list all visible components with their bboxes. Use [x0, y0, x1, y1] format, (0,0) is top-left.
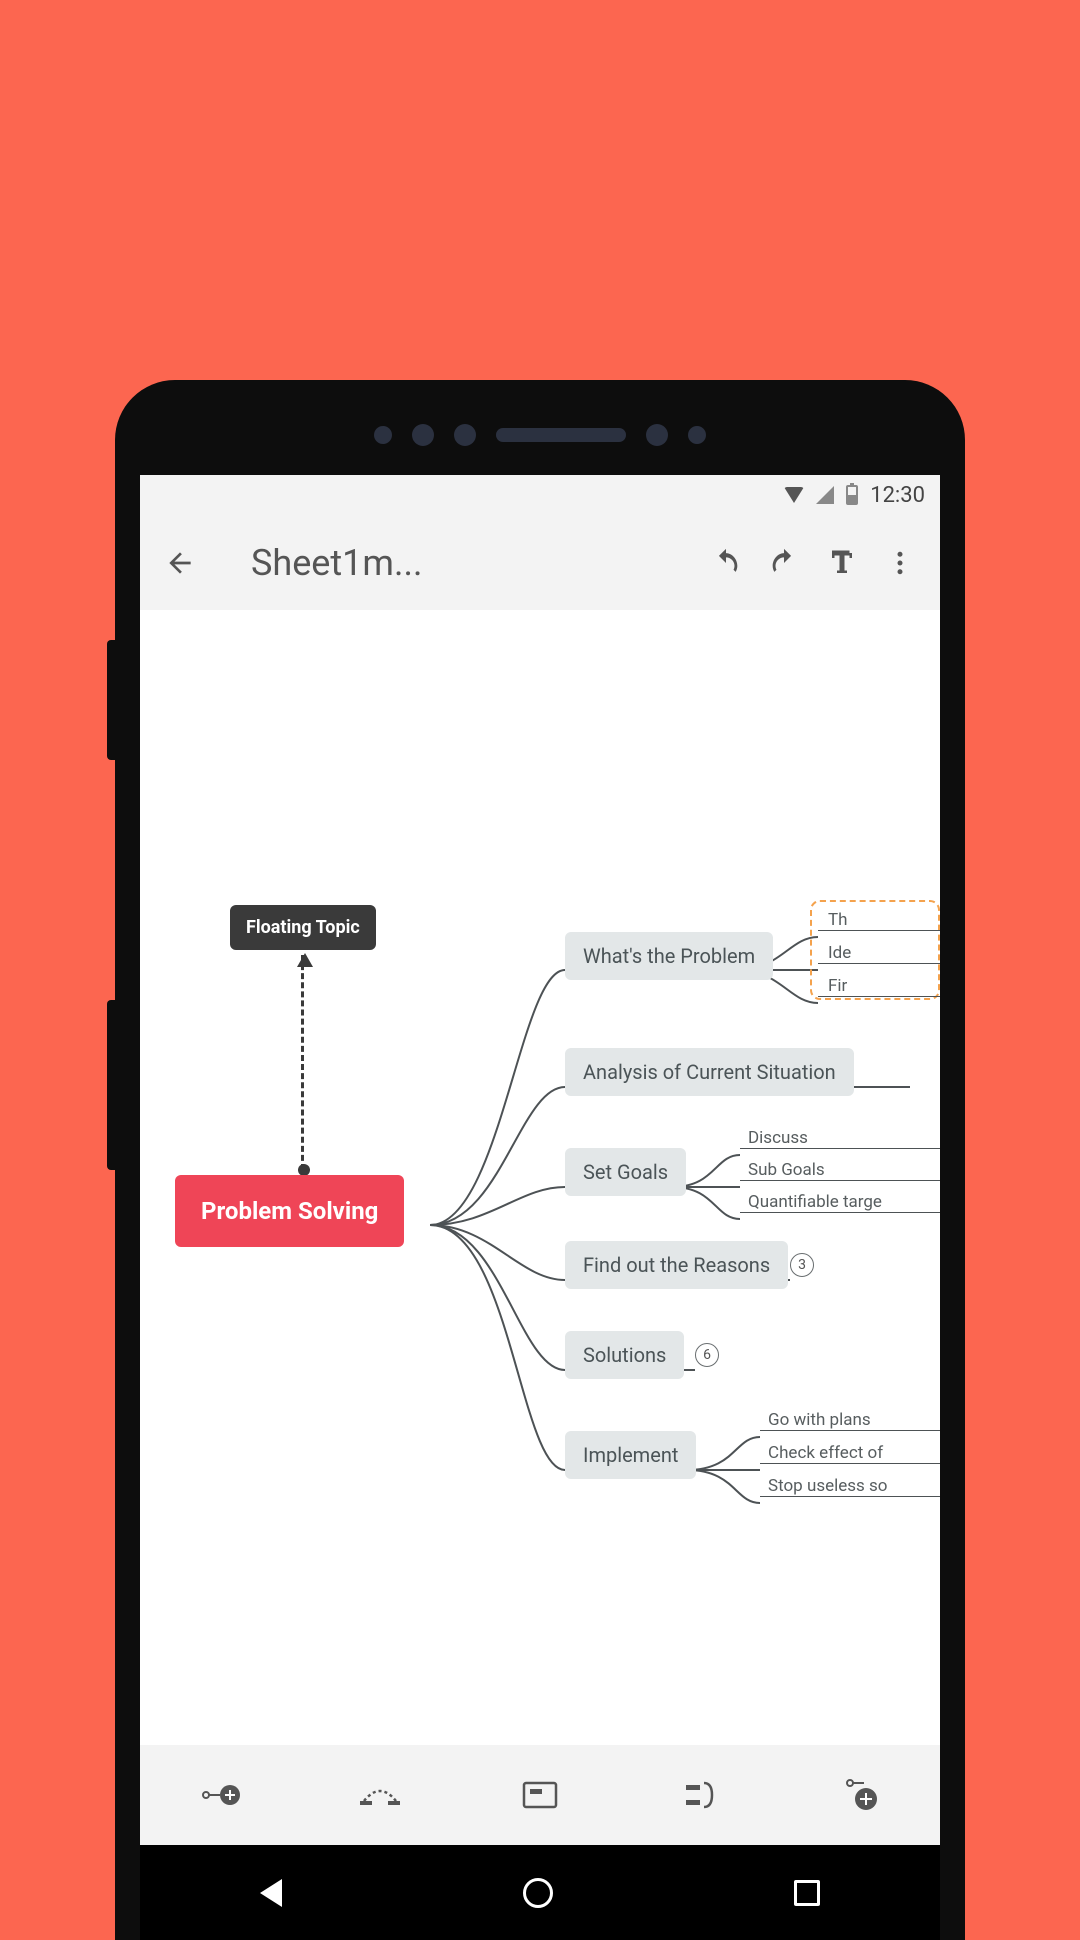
phone-side-button: [107, 1000, 115, 1170]
add-relationship-button[interactable]: [350, 1765, 410, 1825]
back-button[interactable]: [155, 538, 205, 588]
leaf-node[interactable]: Go with plans: [768, 1410, 871, 1430]
status-bar: 12:30: [140, 475, 940, 515]
format-button[interactable]: [817, 538, 867, 588]
subtopic-node[interactable]: Find out the Reasons: [565, 1241, 788, 1289]
floating-topic-node[interactable]: Floating Topic: [230, 905, 376, 950]
add-note-button[interactable]: [510, 1765, 570, 1825]
subtopic-node[interactable]: Analysis of Current Situation: [565, 1048, 854, 1096]
undo-button[interactable]: [701, 538, 751, 588]
child-count-badge[interactable]: 3: [790, 1253, 814, 1277]
leaf-node[interactable]: Stop useless so: [768, 1476, 888, 1496]
app-toolbar: Sheet1m...: [140, 515, 940, 610]
root-node[interactable]: Problem Solving: [175, 1175, 404, 1247]
redo-button[interactable]: [759, 538, 809, 588]
relationship-connector[interactable]: [301, 955, 304, 1170]
nav-recent-icon[interactable]: [794, 1880, 820, 1906]
clock: 12:30: [870, 483, 925, 508]
leaf-node[interactable]: Fir: [828, 976, 847, 996]
subtopic-node[interactable]: Solutions: [565, 1331, 684, 1379]
add-floating-topic-button[interactable]: [830, 1765, 890, 1825]
battery-icon: [846, 485, 858, 505]
document-title: Sheet1m...: [251, 542, 693, 584]
mindmap-canvas[interactable]: Floating Topic Problem Solving What's th…: [140, 610, 940, 1840]
wifi-icon: [784, 487, 804, 503]
nav-back-icon[interactable]: [260, 1879, 282, 1907]
add-subtopic-button[interactable]: [190, 1765, 250, 1825]
leaf-node[interactable]: Discuss: [748, 1128, 808, 1148]
subtopic-node[interactable]: Set Goals: [565, 1148, 686, 1196]
screen: 12:30 Sheet1m...: [140, 475, 940, 1940]
phone-sensors: [115, 415, 965, 455]
leaf-node[interactable]: Ide: [828, 943, 851, 963]
child-count-badge[interactable]: 6: [695, 1343, 719, 1367]
add-summary-button[interactable]: [670, 1765, 730, 1825]
phone-frame: 12:30 Sheet1m...: [115, 380, 965, 1940]
leaf-node[interactable]: Th: [828, 910, 848, 930]
nav-home-icon[interactable]: [523, 1878, 553, 1908]
leaf-node[interactable]: Check effect of: [768, 1443, 883, 1463]
subtopic-node[interactable]: Implement: [565, 1431, 696, 1479]
more-button[interactable]: [875, 538, 925, 588]
signal-icon: [816, 486, 834, 504]
android-navigation-bar: [140, 1845, 940, 1940]
bottom-toolbar: [140, 1745, 940, 1845]
leaf-node[interactable]: Sub Goals: [748, 1160, 825, 1180]
leaf-node[interactable]: Quantifiable targe: [748, 1192, 882, 1212]
subtopic-node[interactable]: What's the Problem: [565, 932, 773, 980]
phone-side-button: [107, 640, 115, 760]
